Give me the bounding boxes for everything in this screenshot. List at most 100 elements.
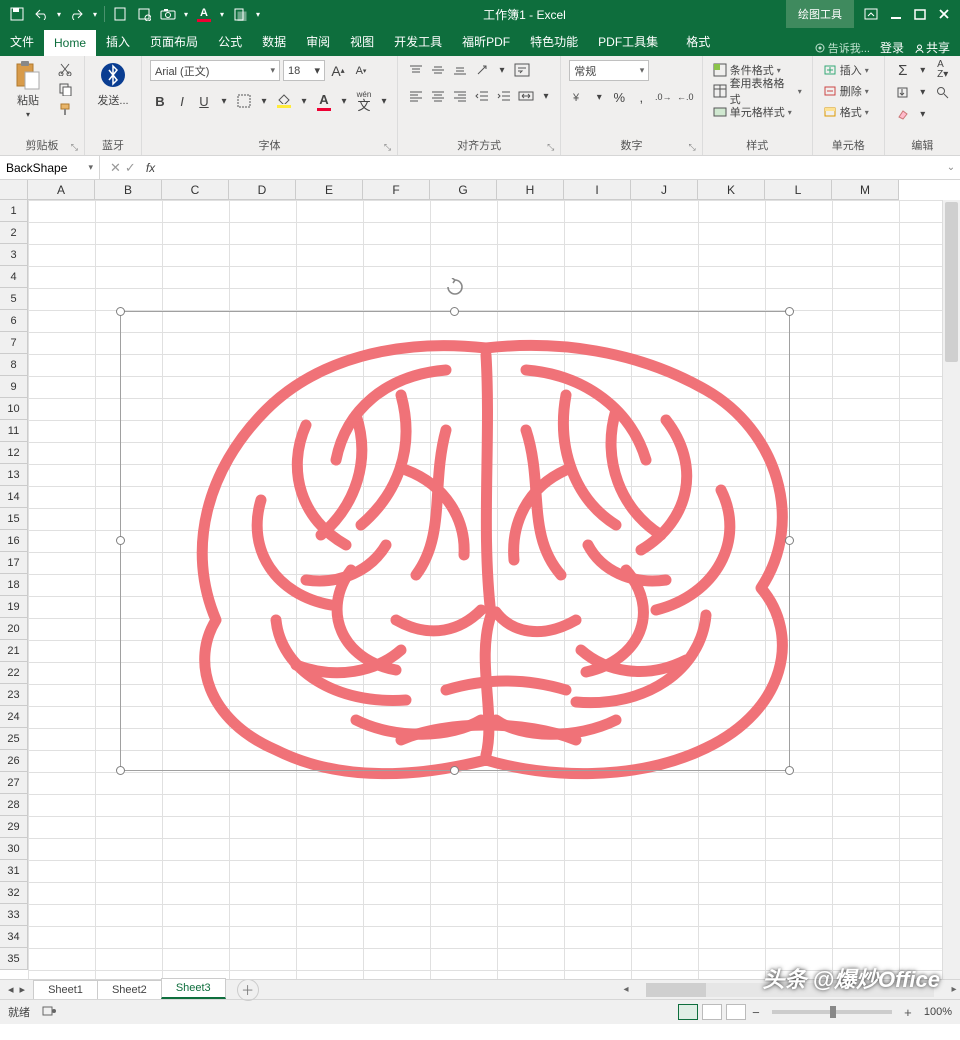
resize-handle-sw[interactable] — [116, 766, 125, 775]
underline-dropdown[interactable]: ▾ — [216, 91, 232, 111]
resize-handle-w[interactable] — [116, 536, 125, 545]
hscroll-left-icon[interactable]: ◂ — [620, 984, 632, 995]
row-header[interactable]: 18 — [0, 574, 28, 596]
border-button[interactable] — [234, 91, 254, 111]
column-header[interactable]: K — [698, 180, 765, 200]
row-header[interactable]: 8 — [0, 354, 28, 376]
row-header[interactable]: 35 — [0, 948, 28, 970]
row-header[interactable]: 19 — [0, 596, 28, 618]
resize-handle-e[interactable] — [785, 536, 794, 545]
sheet-nav-prev-icon[interactable]: ◂ — [8, 983, 14, 996]
close-icon[interactable] — [938, 8, 950, 20]
row-header[interactable]: 10 — [0, 398, 28, 420]
tab-page-layout[interactable]: 页面布局 — [140, 27, 208, 56]
view-page-break-icon[interactable] — [726, 1004, 746, 1020]
row-header[interactable]: 1 — [0, 200, 28, 222]
row-header[interactable]: 24 — [0, 706, 28, 728]
row-header[interactable]: 12 — [0, 442, 28, 464]
row-header[interactable]: 4 — [0, 266, 28, 288]
resize-handle-se[interactable] — [785, 766, 794, 775]
column-header[interactable]: C — [162, 180, 229, 200]
align-left-icon[interactable] — [406, 86, 426, 106]
column-header[interactable]: J — [631, 180, 698, 200]
row-header[interactable]: 14 — [0, 486, 28, 508]
row-header[interactable]: 26 — [0, 750, 28, 772]
tab-pdf-tools[interactable]: PDF工具集 — [588, 27, 668, 56]
row-header[interactable]: 22 — [0, 662, 28, 684]
sheet-tab-1[interactable]: Sheet1 — [33, 980, 98, 999]
save-icon[interactable] — [6, 3, 28, 25]
align-bottom-icon[interactable] — [450, 60, 470, 80]
tab-foxit-pdf[interactable]: 福昕PDF — [452, 27, 520, 56]
cell-styles-button[interactable]: 单元格样式▾ — [711, 102, 794, 122]
format-painter-icon[interactable] — [54, 100, 76, 118]
tab-developer[interactable]: 开发工具 — [384, 27, 452, 56]
column-header[interactable]: F — [363, 180, 430, 200]
view-normal-icon[interactable] — [678, 1004, 698, 1020]
row-header[interactable]: 6 — [0, 310, 28, 332]
print-preview-icon[interactable] — [133, 3, 155, 25]
column-header[interactable]: L — [765, 180, 832, 200]
accounting-format-icon[interactable]: ¥ — [569, 87, 589, 107]
phonetic-dropdown[interactable]: ▾ — [376, 91, 392, 111]
row-header[interactable]: 13 — [0, 464, 28, 486]
column-header[interactable]: D — [229, 180, 296, 200]
row-header[interactable]: 21 — [0, 640, 28, 662]
bold-button[interactable]: B — [150, 91, 170, 111]
qat-customize[interactable]: ▾ — [90, 3, 100, 25]
clipboard-dialog-launcher[interactable]: ⤡ — [71, 142, 78, 153]
tab-home[interactable]: Home — [44, 30, 96, 56]
underline-button[interactable]: U — [194, 91, 214, 111]
cut-icon[interactable] — [54, 60, 76, 78]
row-header[interactable]: 7 — [0, 332, 28, 354]
fill-color-button[interactable] — [274, 91, 294, 111]
insert-cells-button[interactable]: 插入▾ — [821, 60, 871, 80]
column-header[interactable]: B — [95, 180, 162, 200]
resize-handle-n[interactable] — [450, 307, 459, 316]
undo-icon[interactable] — [30, 3, 52, 25]
resize-handle-ne[interactable] — [785, 307, 794, 316]
tell-me[interactable]: 告诉我... — [815, 40, 870, 56]
decrease-indent-icon[interactable] — [472, 86, 492, 106]
maximize-icon[interactable] — [914, 8, 926, 20]
column-header[interactable]: I — [564, 180, 631, 200]
format-cells-button[interactable]: 格式▾ — [821, 102, 871, 122]
wrap-text-icon[interactable] — [512, 60, 532, 80]
row-header[interactable]: 25 — [0, 728, 28, 750]
row-header[interactable]: 34 — [0, 926, 28, 948]
paste-qat-dropdown[interactable]: ▾ — [253, 3, 263, 25]
align-right-icon[interactable] — [450, 86, 470, 106]
sheet-nav-next-icon[interactable]: ▸ — [20, 983, 26, 996]
row-header[interactable]: 30 — [0, 838, 28, 860]
font-dialog-launcher[interactable]: ⤡ — [384, 142, 391, 153]
row-header[interactable]: 2 — [0, 222, 28, 244]
resize-handle-s[interactable] — [450, 766, 459, 775]
paste-qat-icon[interactable] — [229, 3, 251, 25]
ribbon-display-icon[interactable] — [864, 8, 878, 20]
phonetic-button[interactable]: wén文 — [354, 91, 374, 111]
column-header[interactable]: A — [28, 180, 95, 200]
row-header[interactable]: 32 — [0, 882, 28, 904]
row-headers[interactable]: 1234567891011121314151617181920212223242… — [0, 200, 28, 970]
increase-decimal-icon[interactable]: .0→ — [653, 87, 673, 107]
cancel-formula-icon[interactable]: ✕ — [110, 160, 121, 176]
resize-handle-nw[interactable] — [116, 307, 125, 316]
font-color-dropdown[interactable]: ▾ — [336, 91, 352, 111]
vertical-scrollbar[interactable] — [942, 200, 960, 979]
fill-color-dropdown[interactable]: ▾ — [296, 91, 312, 111]
name-box[interactable]: BackShape▾ — [0, 156, 100, 179]
hscroll-thumb[interactable] — [646, 983, 706, 997]
increase-indent-icon[interactable] — [494, 86, 514, 106]
rotate-handle-icon[interactable] — [446, 278, 464, 296]
column-header[interactable]: G — [430, 180, 497, 200]
row-header[interactable]: 33 — [0, 904, 28, 926]
decrease-decimal-icon[interactable]: ←.0 — [675, 87, 695, 107]
share-button[interactable]: 共享 — [914, 39, 950, 56]
login-button[interactable]: 登录 — [880, 39, 904, 56]
row-header[interactable]: 15 — [0, 508, 28, 530]
tab-view[interactable]: 视图 — [340, 27, 384, 56]
zoom-in-button[interactable]: + — [902, 1005, 914, 1020]
row-header[interactable]: 17 — [0, 552, 28, 574]
row-header[interactable]: 16 — [0, 530, 28, 552]
alignment-dialog-launcher[interactable]: ⤡ — [547, 142, 554, 153]
